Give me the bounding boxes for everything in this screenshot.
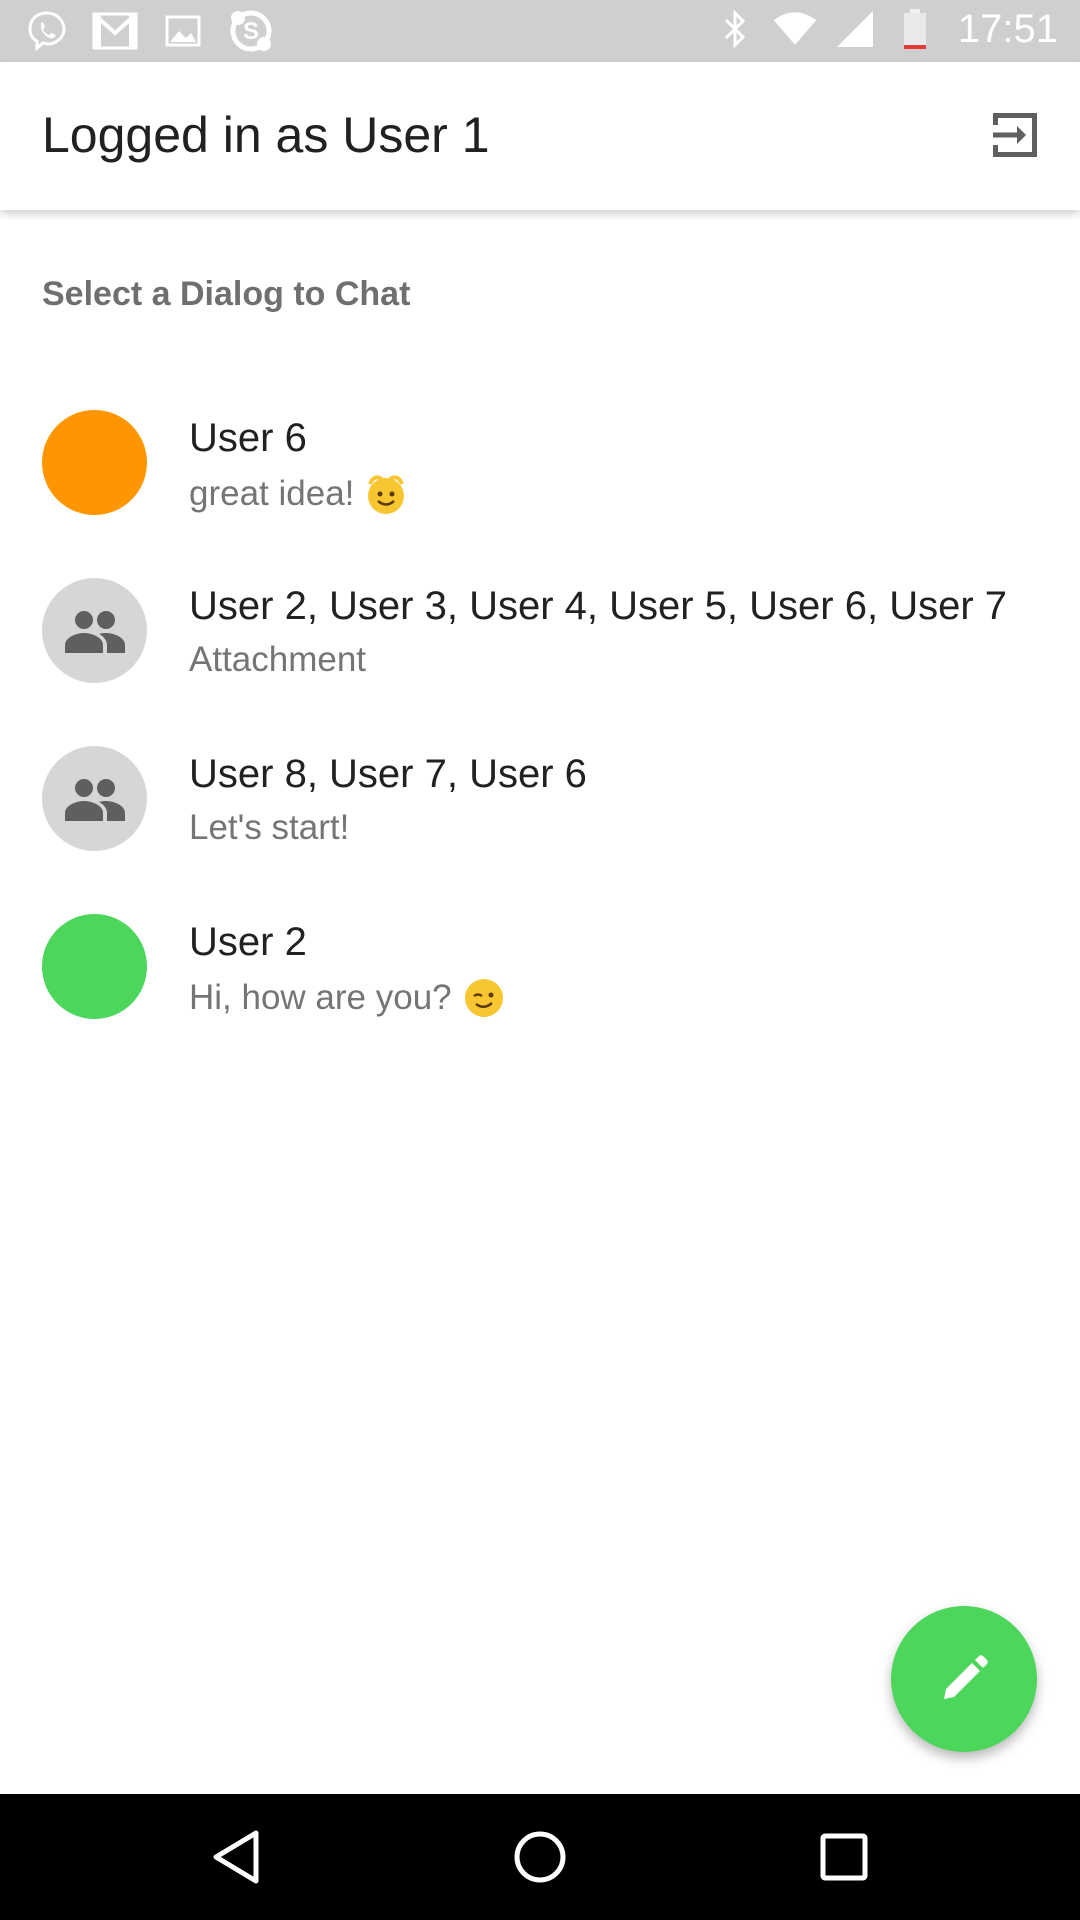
navigation-bar (0, 1794, 1080, 1920)
group-icon (64, 610, 125, 653)
status-time: 17:51 (957, 6, 1058, 51)
screen: S 17:51 Logged in as User 1 Select a Dia… (0, 0, 1080, 1920)
avatar (42, 578, 147, 683)
group-icon (64, 778, 125, 821)
winking-face-icon (462, 976, 506, 1020)
dialog-last-message-row: Hi, how are you? (189, 976, 506, 1020)
logout-button[interactable] (982, 102, 1048, 168)
dialog-last-message: great idea! (189, 474, 355, 513)
dialog-item[interactable]: User 2 Hi, how are you? (0, 884, 1080, 1052)
dialog-name: User 2, User 3, User 4, User 5, User 6, … (189, 584, 1008, 628)
battery-low-icon (892, 6, 938, 52)
skype-icon: S (228, 8, 274, 54)
gmail-icon (92, 8, 138, 54)
dialog-last-message-row: Attachment (189, 640, 366, 680)
recents-button[interactable] (812, 1825, 876, 1889)
recents-icon (820, 1833, 868, 1881)
new-dialog-button[interactable] (891, 1606, 1037, 1752)
smiling-face-icon (364, 472, 408, 516)
dialog-item[interactable]: User 6 great idea! (0, 380, 1080, 548)
section-header: Select a Dialog to Chat (42, 275, 411, 313)
dialog-last-message: Attachment (189, 640, 367, 679)
pencil-icon (944, 1655, 988, 1699)
viber-icon (24, 8, 70, 54)
signal-icon (832, 6, 878, 52)
home-button[interactable] (508, 1825, 572, 1889)
avatar (42, 746, 147, 851)
dialog-name: User 6 (189, 416, 307, 460)
home-icon (514, 1831, 566, 1883)
bluetooth-icon (712, 6, 758, 52)
dialog-name: User 2 (189, 920, 307, 964)
wifi-icon (772, 6, 818, 52)
dialog-item[interactable]: User 8, User 7, User 6 Let's start! (0, 716, 1080, 884)
dialog-last-message: Let's start! (189, 808, 350, 847)
gallery-icon (160, 8, 206, 54)
dialog-last-message-row: great idea! (189, 472, 408, 516)
dialog-last-message-row: Let's start! (189, 808, 349, 848)
dialog-item[interactable]: User 2, User 3, User 4, User 5, User 6, … (0, 548, 1080, 716)
dialog-list: User 6 great idea! User 2, User 3, User … (0, 380, 1080, 1052)
status-bar: S 17:51 (0, 0, 1080, 62)
svg-text:S: S (243, 18, 259, 45)
avatar (42, 410, 147, 515)
avatar (42, 914, 147, 1019)
back-icon (213, 1830, 259, 1884)
back-button[interactable] (204, 1825, 268, 1889)
logout-icon (993, 113, 1037, 157)
dialog-name: User 8, User 7, User 6 (189, 752, 587, 796)
app-toolbar: Logged in as User 1 (0, 62, 1080, 210)
page-title: Logged in as User 1 (42, 107, 490, 163)
dialog-last-message: Hi, how are you? (189, 978, 452, 1017)
